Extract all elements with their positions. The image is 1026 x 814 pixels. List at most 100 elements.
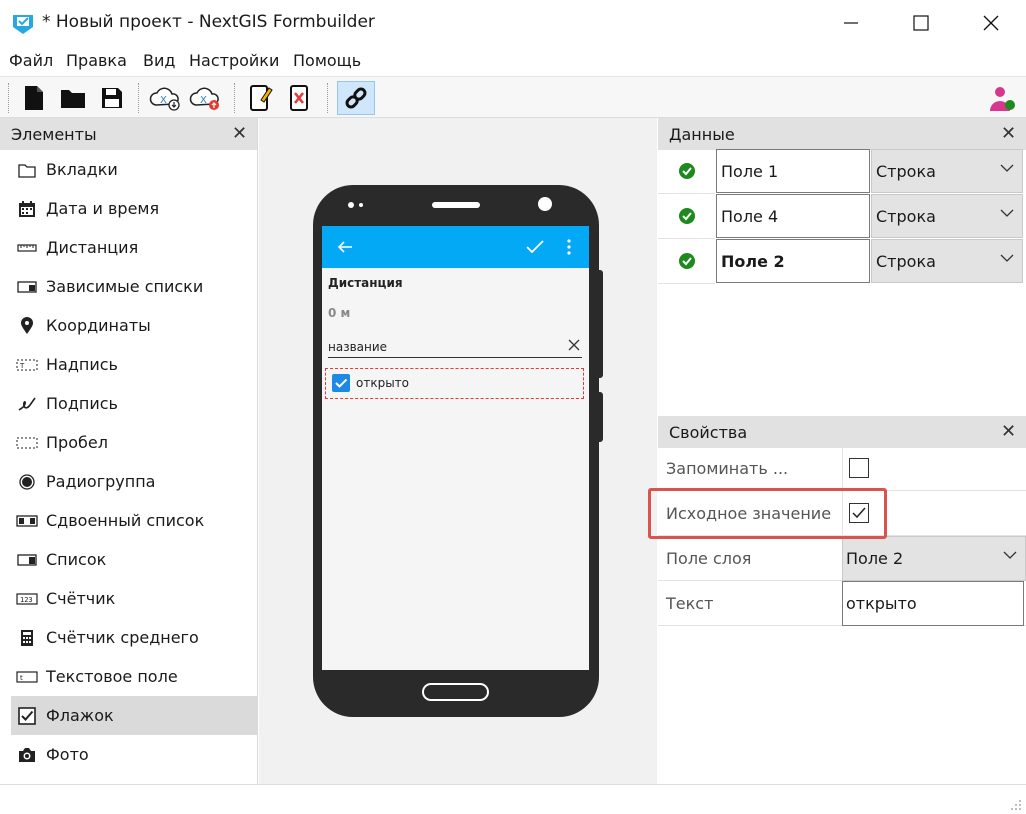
remember-checkbox[interactable] [849,458,869,478]
field-name-input[interactable]: Поле 4 [716,194,870,238]
new-file-button[interactable] [17,81,51,115]
element-item-label: Подпись [46,394,118,413]
phone-camera [538,197,552,211]
elements-panel: Элементы ✕ Вкладки Дата и время Дистанция З… [0,118,258,784]
menu-help[interactable]: Помощь [293,51,361,70]
data-panel-title: Данные [669,124,735,144]
close-icon[interactable]: ✕ [1001,125,1016,143]
element-item[interactable]: Радиогруппа [11,462,257,501]
prop-row-remember: Запоминать ... [658,446,1026,491]
field-name-input[interactable]: Поле 2 [716,239,870,283]
element-item[interactable]: Зависимые списки [11,267,257,306]
remember-label: Запоминать ... [666,459,789,478]
element-item[interactable]: 123 Счётчик [11,579,257,618]
dependent-list-icon [13,280,41,293]
element-item[interactable]: Фото [11,735,257,774]
minimize-button[interactable] [816,0,886,46]
data-panel-header: Данные ✕ [658,118,1026,150]
chevron-down-icon [1000,209,1014,217]
cloud-download-button[interactable]: X [148,81,182,115]
menu-view[interactable]: Вид [143,51,175,70]
calendar-icon [13,200,41,218]
save-button[interactable] [95,81,129,115]
field-name: Поле 1 [721,161,779,181]
element-item[interactable]: Дистанция [11,228,257,267]
menu-edit[interactable]: Правка [66,51,127,70]
element-item[interactable]: Счётчик среднего [11,618,257,657]
space-icon [13,437,41,449]
element-item-label: Текстовое поле [46,667,178,686]
close-icon [983,15,999,31]
name-input[interactable]: название [328,336,582,358]
elements-panel-header: Элементы ✕ [0,118,257,150]
svg-text:123: 123 [20,596,33,604]
checkbox-checked-icon[interactable] [332,374,350,392]
signature-icon [13,396,41,412]
field-type: Строка [876,251,936,271]
more-vert-icon[interactable] [567,239,571,255]
toolbar-separator [234,83,235,113]
back-arrow-icon[interactable] [337,240,353,254]
label-icon: T [13,359,41,371]
user-icon [990,87,1015,111]
element-item[interactable]: Пробел [11,423,257,462]
toolbar-separator [327,83,328,113]
cloud-upload-button[interactable]: X [188,81,222,115]
field-type-select[interactable]: Строка [871,194,1023,238]
element-item[interactable]: Координаты [11,306,257,345]
ruler-icon [13,243,41,253]
toolbar: X X [0,76,1026,118]
confirm-check-icon[interactable] [525,239,545,255]
menu-settings[interactable]: Настройки [189,51,279,70]
device-delete-icon [290,85,308,111]
link-button[interactable] [337,81,375,115]
element-item[interactable]: Сдвоенный список [11,501,257,540]
close-icon[interactable]: ✕ [232,125,247,143]
field-name-input[interactable]: Поле 1 [716,149,870,193]
maximize-button[interactable] [886,0,956,46]
close-window-button[interactable] [956,0,1026,46]
menu-file[interactable]: Файл [9,51,53,70]
checkbox-element[interactable]: открыто [325,368,584,399]
radio-icon [13,473,41,490]
element-item[interactable]: Вкладки [11,150,257,189]
checkbox-label: открыто [356,376,410,390]
chevron-down-icon [1003,551,1017,559]
layer-field-select[interactable]: Поле 2 [842,536,1026,581]
app-logo-icon [13,15,33,34]
field-type-select[interactable]: Строка [871,239,1023,283]
window-title: * Новый проект - NextGIS Formbuilder [42,12,375,32]
text-input[interactable]: открыто [842,581,1024,626]
device-delete-button[interactable] [283,81,317,115]
clear-icon[interactable] [568,339,580,351]
field-type-select[interactable]: Строка [871,149,1023,193]
tabs-icon [13,162,41,178]
element-item[interactable]: Подпись [11,384,257,423]
element-item[interactable]: Список [11,540,257,579]
resize-grip-icon[interactable] [1008,797,1022,811]
field-type: Строка [876,206,936,226]
element-item[interactable]: T Надпись [11,345,257,384]
text-field-icon: t [13,670,41,683]
app-bar [322,226,589,268]
toolbar-separator [8,83,9,113]
element-item-label: Пробел [46,433,108,452]
device-edit-button[interactable] [244,81,278,115]
element-item[interactable]: Дата и время [11,189,257,228]
element-item-label: Зависимые списки [46,277,204,296]
data-panel: Данные ✕ Поле 1 Строка Поле 4 Строка Поле 2 С… [658,118,1026,414]
open-folder-icon [61,90,85,108]
camera-icon [13,747,41,763]
open-folder-button[interactable] [56,81,90,115]
close-icon[interactable]: ✕ [1001,423,1016,441]
element-item[interactable]: t Текстовое поле [11,657,257,696]
element-item-label: Счётчик [46,589,116,608]
link-icon [345,87,367,109]
menu-bar: Файл Правка Вид Настройки Помощь [0,48,1026,74]
save-icon [102,88,122,108]
element-item[interactable]: Флажок [11,696,257,735]
name-input-placeholder: название [328,340,388,354]
element-item-label: Вкладки [46,160,118,179]
double-list-icon [13,514,41,527]
user-account-button[interactable] [984,81,1018,115]
